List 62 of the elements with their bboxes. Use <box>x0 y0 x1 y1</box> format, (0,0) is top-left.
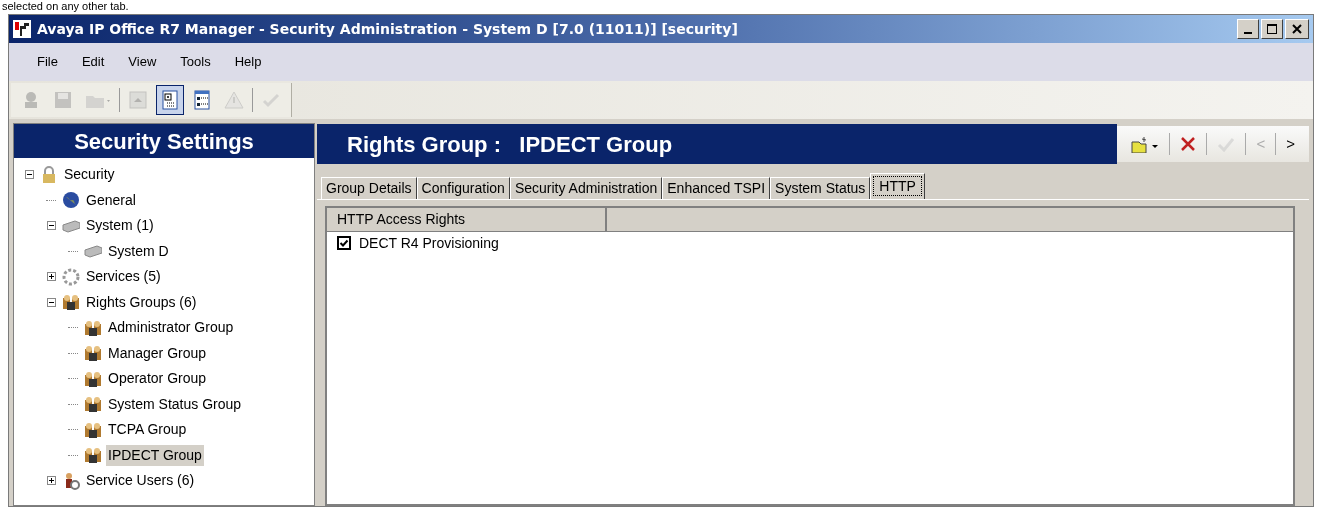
tree-view-icon <box>160 90 180 110</box>
people-group-icon <box>84 344 102 363</box>
people-group-icon <box>62 293 80 312</box>
delete-icon <box>1180 135 1197 153</box>
menu-item[interactable]: Tools <box>174 52 217 72</box>
panel-title: Rights Group : IPDECT Group <box>317 124 1118 164</box>
warning-icon <box>224 90 244 110</box>
new-folder-icon <box>1131 135 1160 153</box>
tree-item[interactable]: General <box>84 189 138 211</box>
checkmark-icon <box>1217 135 1236 153</box>
tree-item[interactable]: System Status Group <box>106 393 244 415</box>
tree-item[interactable]: Manager Group <box>106 342 209 364</box>
tree-item[interactable]: System (1) <box>84 215 156 237</box>
collapse-icon[interactable] <box>24 170 34 180</box>
tree-item[interactable]: System D <box>106 240 171 262</box>
globe-icon <box>62 191 80 210</box>
expand-icon[interactable] <box>46 272 56 282</box>
tab[interactable]: Enhanced TSPI <box>662 177 771 199</box>
people-group-icon <box>84 395 102 414</box>
save-icon <box>53 90 73 110</box>
tree-item[interactable]: IPDECT Group <box>106 444 204 466</box>
maximize-button[interactable] <box>1261 19 1283 39</box>
tree-item[interactable]: Service Users (6) <box>84 470 197 492</box>
menu-item[interactable]: File <box>31 52 64 72</box>
tab[interactable]: Group Details <box>321 177 417 199</box>
gear-icon <box>62 267 80 286</box>
list-view-icon <box>192 90 212 110</box>
people-group-icon <box>84 446 102 465</box>
caption-text: selected on any other tab. <box>2 0 129 13</box>
menu-item[interactable]: Edit <box>75 52 111 72</box>
checkbox-label: DECT R4 Provisioning <box>359 233 499 253</box>
padlock-icon <box>40 165 58 184</box>
menu-item[interactable]: Help <box>228 52 268 72</box>
sidebar-title: Security Settings <box>14 124 314 158</box>
nav-button[interactable]: > <box>1282 131 1299 157</box>
minimize-button[interactable] <box>1237 19 1259 39</box>
server-icon <box>84 242 102 261</box>
tab[interactable]: Configuration <box>416 177 510 199</box>
tree-item[interactable]: Operator Group <box>106 368 209 390</box>
tab[interactable]: System Status <box>770 177 871 199</box>
people-group-icon <box>84 318 102 337</box>
tab[interactable]: HTTP <box>870 173 925 199</box>
expand-icon[interactable] <box>46 476 56 486</box>
app-logo-icon <box>13 20 31 38</box>
people-group-icon <box>84 420 102 439</box>
close-button[interactable] <box>1285 19 1309 39</box>
collapse-icon[interactable] <box>46 297 56 307</box>
tree-view-button[interactable] <box>156 85 184 115</box>
menu-item[interactable]: View <box>122 52 163 72</box>
minimize-icon <box>1244 32 1252 34</box>
collapse-icon[interactable] <box>46 221 56 231</box>
tree-item[interactable]: Services (5) <box>84 266 163 288</box>
tree-item[interactable]: TCPA Group <box>106 419 189 441</box>
maximize-icon <box>1267 24 1277 34</box>
checkbox[interactable] <box>337 236 351 250</box>
tab[interactable]: Security Administration <box>509 177 663 199</box>
people-group-icon <box>84 369 102 388</box>
tree-item[interactable]: Rights Groups (6) <box>84 291 199 313</box>
window-title: Avaya IP Office R7 Manager - Security Administration - System D [7.0 (11011)] [security] <box>37 19 738 39</box>
close-icon <box>1292 24 1302 34</box>
tree-item[interactable]: Security <box>62 164 117 186</box>
tree-item[interactable]: Administrator Group <box>106 317 236 339</box>
